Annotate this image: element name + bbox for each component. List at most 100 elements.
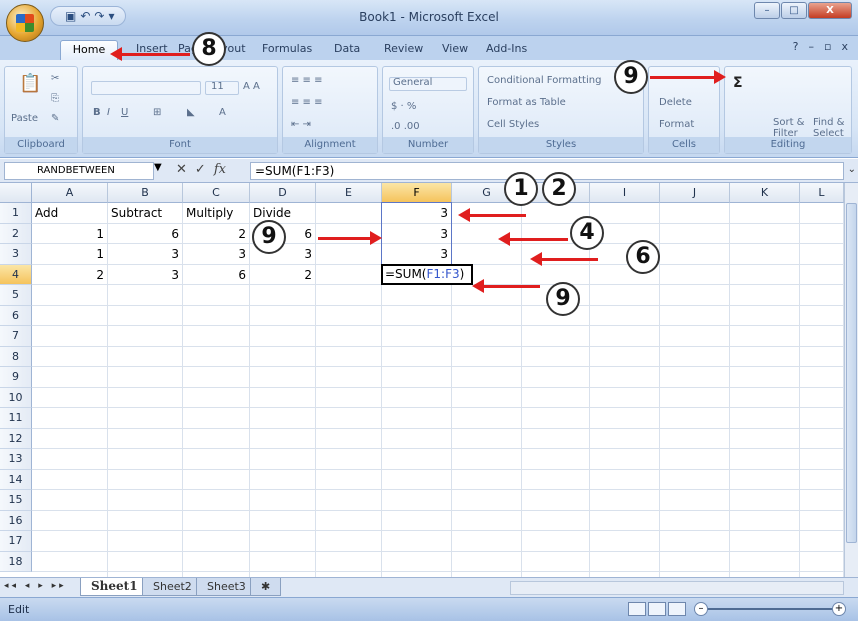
row-header[interactable]: 15 — [0, 490, 32, 511]
format-as-table-button[interactable]: Format as Table — [487, 97, 566, 108]
column-header[interactable]: L — [800, 183, 844, 203]
column-header[interactable]: I — [590, 183, 660, 203]
paste-icon[interactable]: 📋 — [19, 73, 41, 94]
chevron-down-icon[interactable]: ▼ — [154, 162, 162, 173]
zoom-slider[interactable] — [700, 608, 840, 610]
zoom-out-button[interactable]: – — [694, 602, 708, 616]
insert-function-icon[interactable]: fx — [214, 162, 226, 177]
active-cell-editor[interactable]: =SUM(F1:F3) — [381, 263, 473, 285]
cell-c1[interactable]: Multiply — [183, 203, 249, 223]
column-header[interactable]: C — [183, 183, 250, 203]
conditional-formatting-button[interactable]: Conditional Formatting — [487, 75, 601, 86]
column-header[interactable]: J — [660, 183, 730, 203]
indent-icon[interactable]: ⇤ ⇥ — [291, 119, 311, 130]
column-header[interactable]: F — [382, 183, 452, 203]
close-button[interactable]: X — [808, 2, 852, 19]
copy-icon[interactable]: ⎘ — [51, 93, 59, 104]
column-header[interactable]: B — [108, 183, 183, 203]
help-icon[interactable]: ? — [793, 40, 799, 53]
row-header[interactable]: 1 — [0, 203, 32, 224]
cell-a1[interactable]: Add — [32, 203, 107, 223]
ribbon-minimize-icon[interactable]: – — [809, 40, 815, 53]
cell-a3[interactable]: 1 — [32, 244, 107, 264]
insert-sheet-icon[interactable]: ✱ — [250, 578, 282, 596]
row-header[interactable]: 18 — [0, 551, 32, 572]
bold-icon[interactable]: B — [93, 107, 101, 118]
cell-a2[interactable]: 1 — [32, 224, 107, 244]
find-select-button[interactable]: Find & Select — [813, 117, 853, 139]
autosum-icon[interactable]: Σ — [733, 75, 743, 91]
font-color-icon[interactable]: A — [219, 107, 226, 118]
sheet-navigation[interactable]: ◂◂ ◂ ▸ ▸▸ — [4, 581, 67, 591]
row-header[interactable]: 2 — [0, 223, 32, 244]
row-header[interactable]: 10 — [0, 387, 32, 408]
tab-formulas[interactable]: Formulas — [262, 42, 312, 55]
tab-add-ins[interactable]: Add-Ins — [486, 42, 527, 55]
page-break-view-button[interactable] — [668, 602, 686, 616]
fill-color-icon[interactable]: ◣ — [187, 107, 195, 118]
enter-icon[interactable]: ✓ — [195, 162, 206, 177]
row-header[interactable]: 16 — [0, 510, 32, 531]
row-header[interactable]: 8 — [0, 346, 32, 367]
row-header[interactable]: 9 — [0, 367, 32, 388]
cut-icon[interactable]: ✂ — [51, 73, 59, 84]
cell-b1[interactable]: Subtract — [108, 203, 182, 223]
row-header[interactable]: 12 — [0, 428, 32, 449]
borders-icon[interactable]: ⊞ — [153, 107, 161, 118]
row-header[interactable]: 11 — [0, 408, 32, 429]
scroll-thumb[interactable] — [846, 203, 857, 543]
cell-a4[interactable]: 2 — [32, 265, 107, 285]
cell-d1[interactable]: Divide — [250, 203, 315, 223]
format-painter-icon[interactable]: ✎ — [51, 113, 59, 124]
italic-icon[interactable]: I — [107, 107, 110, 118]
column-header[interactable]: A — [32, 183, 108, 203]
row-header[interactable]: 6 — [0, 305, 32, 326]
delete-cells-button[interactable]: Delete — [659, 97, 692, 108]
cell-f3[interactable]: 3 — [382, 244, 451, 264]
row-header[interactable]: 14 — [0, 469, 32, 490]
font-name-select[interactable] — [91, 81, 201, 95]
ribbon-close-icon[interactable]: x — [841, 40, 848, 53]
row-header[interactable]: 5 — [0, 285, 32, 306]
cell-styles-button[interactable]: Cell Styles — [487, 119, 539, 130]
cell-c2[interactable]: 2 — [183, 224, 249, 244]
tab-review[interactable]: Review — [384, 42, 423, 55]
format-cells-button[interactable]: Format — [659, 119, 694, 130]
ribbon-restore-icon[interactable]: ▫ — [824, 40, 831, 53]
currency-icon[interactable]: $ · % — [391, 101, 416, 112]
row-header[interactable]: 13 — [0, 449, 32, 470]
minimize-button[interactable]: – — [754, 2, 780, 19]
page-layout-view-button[interactable] — [648, 602, 666, 616]
tab-data[interactable]: Data — [334, 42, 360, 55]
normal-view-button[interactable] — [628, 602, 646, 616]
cell-b4[interactable]: 3 — [108, 265, 182, 285]
cell-d4[interactable]: 2 — [250, 265, 315, 285]
decimal-icon[interactable]: .0 .00 — [391, 121, 420, 132]
align-left-icon[interactable]: ≡ ≡ ≡ — [291, 97, 323, 108]
cell-b3[interactable]: 3 — [108, 244, 182, 264]
underline-icon[interactable]: U — [121, 107, 128, 118]
cell-f2[interactable]: 3 — [382, 224, 451, 244]
row-header[interactable]: 3 — [0, 244, 32, 265]
sheet-tab[interactable]: Sheet3 — [196, 578, 257, 596]
cancel-icon[interactable]: ✕ — [176, 162, 187, 177]
tab-view[interactable]: View — [442, 42, 468, 55]
name-box[interactable]: RANDBETWEEN — [4, 162, 154, 180]
sort-filter-button[interactable]: Sort & Filter — [773, 117, 813, 139]
sheet-tab[interactable]: Sheet1 — [80, 578, 149, 596]
horizontal-scrollbar[interactable] — [510, 581, 844, 595]
row-header[interactable]: 7 — [0, 326, 32, 347]
office-button[interactable] — [6, 4, 44, 42]
expand-formula-bar-icon[interactable]: ⌄ — [848, 164, 856, 175]
zoom-in-button[interactable]: + — [832, 602, 846, 616]
select-all-button[interactable] — [0, 183, 32, 203]
grow-font-icon[interactable]: A A — [243, 81, 260, 92]
align-top-icon[interactable]: ≡ ≡ ≡ — [291, 75, 323, 86]
maximize-button[interactable]: □ — [781, 2, 807, 19]
row-header[interactable]: 4 — [0, 264, 32, 285]
paste-button[interactable]: Paste — [11, 113, 38, 124]
column-header[interactable]: D — [250, 183, 316, 203]
row-header[interactable]: 17 — [0, 531, 32, 552]
cell-b2[interactable]: 6 — [108, 224, 182, 244]
cell-c4[interactable]: 6 — [183, 265, 249, 285]
